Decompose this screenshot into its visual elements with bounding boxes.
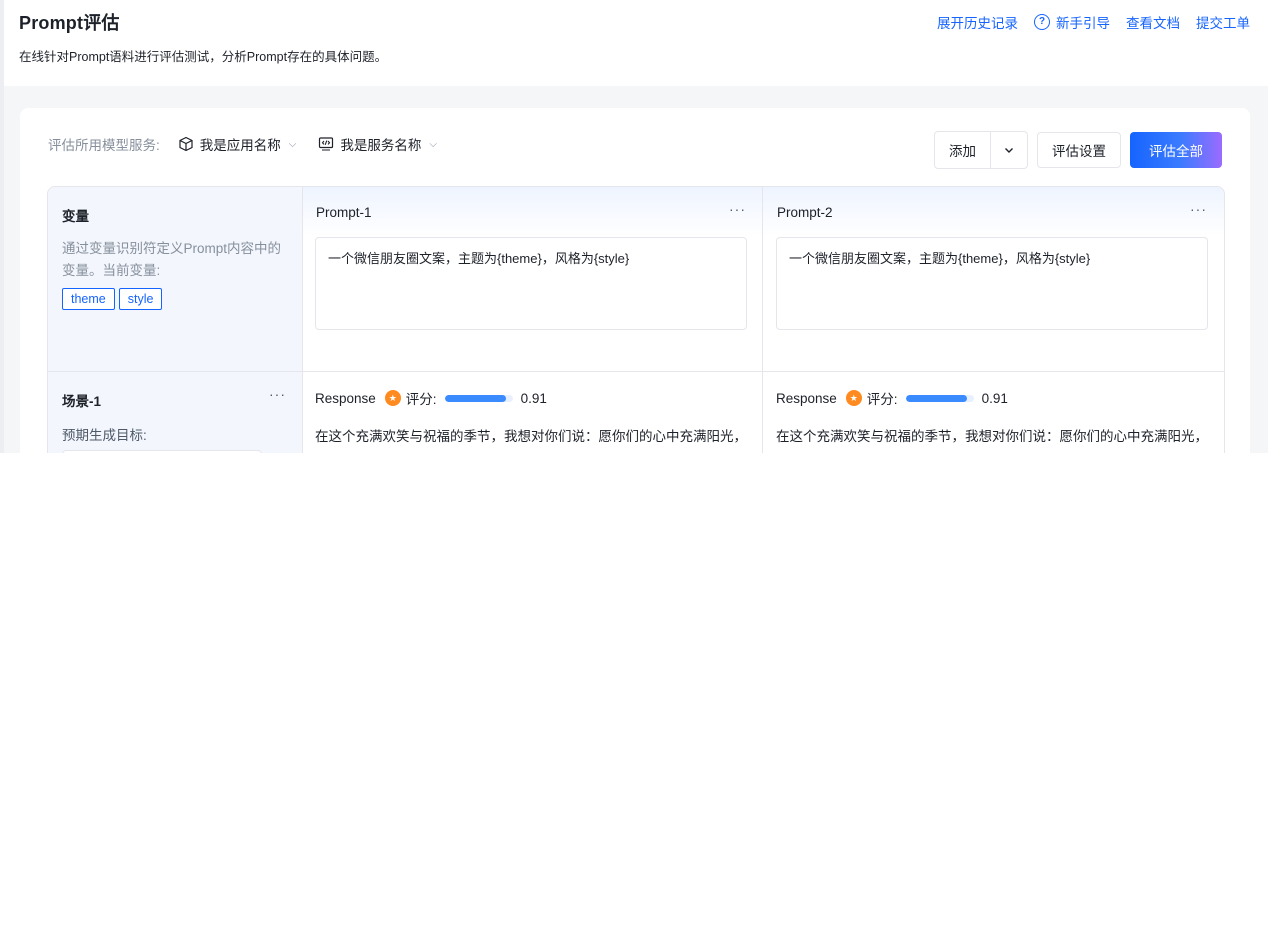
variable-tag[interactable]: theme <box>62 288 115 310</box>
evaluation-card: 评估所用模型服务: 我是应用名称 ⌵ 我是服务名称 ⌵ 添加 评估设置 评估全部 <box>20 108 1250 453</box>
medal-icon: ★ <box>384 390 401 406</box>
question-circle-icon: ? <box>1034 14 1050 30</box>
add-dropdown-button[interactable] <box>990 132 1027 168</box>
model-service-row: 评估所用模型服务: 我是应用名称 ⌵ 我是服务名称 ⌵ <box>48 134 459 154</box>
response-text: 在这个充满欢笑与祝福的季节，我想对你们说：愿你们的心中充满阳光，如同冬日的暖阳；… <box>315 429 747 444</box>
score-bar <box>444 394 513 402</box>
response-text: 在这个充满欢笑与祝福的季节，我想对你们说：愿你们的心中充满阳光，如同冬日的暖阳；… <box>776 429 1208 444</box>
prompt-title: Prompt-2 <box>777 205 833 220</box>
app-select[interactable]: 我是应用名称 ⌵ <box>178 134 297 154</box>
model-service-label: 评估所用模型服务: <box>48 138 160 153</box>
add-split-button: 添加 <box>934 131 1028 169</box>
response-header: Response ★ 评分: 0.91 <box>776 388 1008 408</box>
prompt-input[interactable]: 一个微信朋友圈文案，主题为{theme}，风格为{style} <box>776 237 1208 330</box>
score-value: 0.91 <box>520 390 547 406</box>
response-cell: Response ★ 评分: 0.91 在这个充满欢笑与祝福的季节，我想对你们说… <box>302 372 763 453</box>
top-links: 展开历史记录 ? 新手引导 查看文档 提交工单 <box>937 12 1250 32</box>
variables-cell: 变量 通过变量识别符定义Prompt内容中的变量。当前变量: theme sty… <box>48 187 303 371</box>
variable-tag[interactable]: style <box>118 288 163 310</box>
action-buttons: 添加 评估设置 评估全部 <box>934 131 1222 169</box>
response-label: Response <box>776 390 837 406</box>
prompt-column: Prompt-2 ··· 一个微信朋友圈文案，主题为{theme}，风格为{st… <box>763 187 1223 371</box>
guide-link[interactable]: ? 新手引导 <box>1034 12 1110 32</box>
page-title: Prompt评估 <box>19 13 120 33</box>
history-link[interactable]: 展开历史记录 <box>937 12 1018 32</box>
chevron-down-icon <box>1005 148 1013 153</box>
app-viewport: Prompt评估 在线针对Prompt语料进行评估测试，分析Prompt存在的具… <box>0 0 1268 453</box>
more-icon[interactable]: ··· <box>729 201 746 217</box>
add-button[interactable]: 添加 <box>935 132 990 168</box>
service-select[interactable]: 我是服务名称 ⌵ <box>318 134 437 154</box>
response-header: Response ★ 评分: 0.91 <box>315 388 547 408</box>
ticket-link[interactable]: 提交工单 <box>1196 12 1250 32</box>
score-label: 评分: <box>866 392 898 407</box>
variables-description: 通过变量识别符定义Prompt内容中的变量。当前变量: <box>62 241 282 278</box>
score-bar <box>905 394 974 402</box>
score-bar-fill <box>444 394 507 402</box>
monitor-code-icon <box>319 137 334 151</box>
guide-link-label: 新手引导 <box>1056 16 1110 31</box>
prompt-column: Prompt-1 ··· 一个微信朋友圈文案，主题为{theme}，风格为{st… <box>302 187 763 371</box>
page-subtitle: 在线针对Prompt语料进行评估测试，分析Prompt存在的具体问题。 <box>19 50 388 64</box>
scene-target-label: 预期生成目标: <box>62 428 147 443</box>
response-label: Response <box>315 390 376 406</box>
response-cell: Response ★ 评分: 0.91 在这个充满欢笑与祝福的季节，我想对你们说… <box>763 372 1223 453</box>
scene-title: 场景-1 <box>62 394 102 409</box>
score-bar-fill <box>905 394 968 402</box>
more-icon[interactable]: ··· <box>1190 201 1207 217</box>
evaluation-grid: 变量 通过变量识别符定义Prompt内容中的变量。当前变量: theme sty… <box>47 186 1225 453</box>
page-header: Prompt评估 在线针对Prompt语料进行评估测试，分析Prompt存在的具… <box>4 0 1268 86</box>
chevron-down-icon: ⌵ <box>288 138 297 150</box>
evaluate-all-button[interactable]: 评估全部 <box>1130 132 1222 168</box>
score-label: 评分: <box>405 392 437 407</box>
app-select-value: 我是应用名称 <box>199 138 281 153</box>
prompt-input[interactable]: 一个微信朋友圈文案，主题为{theme}，风格为{style} <box>315 237 747 330</box>
scene-cell: 场景-1 ··· 预期生成目标: <box>48 372 303 453</box>
medal-icon: ★ <box>845 390 862 406</box>
prompt-title: Prompt-1 <box>316 205 372 220</box>
variables-title: 变量 <box>62 209 89 224</box>
variable-tags: theme style <box>62 288 166 310</box>
more-icon[interactable]: ··· <box>269 386 286 402</box>
scene-target-input[interactable] <box>62 450 262 453</box>
evaluation-settings-button[interactable]: 评估设置 <box>1037 132 1121 168</box>
docs-link[interactable]: 查看文档 <box>1126 12 1180 32</box>
cube-icon <box>179 136 193 152</box>
score-value: 0.91 <box>981 390 1008 406</box>
chevron-down-icon: ⌵ <box>429 138 437 150</box>
service-select-value: 我是服务名称 <box>340 138 422 153</box>
